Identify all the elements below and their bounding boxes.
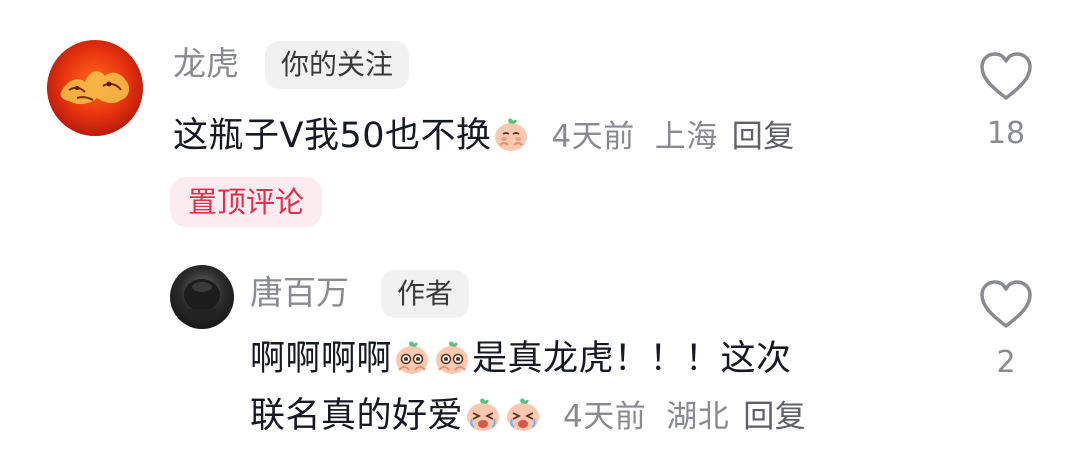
dark-avatar-icon xyxy=(184,279,220,319)
comment-username[interactable]: 龙虎 xyxy=(173,44,239,84)
comment-text-line2: 联名真的好爱 4天前 湖北 回复 xyxy=(250,393,806,440)
user-avatar[interactable] xyxy=(170,265,234,329)
comment-text-line1-start: 啊啊啊啊 xyxy=(250,339,393,379)
comment-location: 湖北 xyxy=(666,399,730,435)
follow-tag: 你的关注 xyxy=(265,41,410,89)
shy-peach-emoji-icon xyxy=(492,115,530,153)
comment-text-body: 这瓶子V我50也不换 xyxy=(173,116,492,156)
user-avatar[interactable] xyxy=(47,40,143,136)
comment-text-line1-end: 是真龙虎！！！这次 xyxy=(472,339,792,379)
like-button[interactable] xyxy=(978,52,1034,102)
reply-button[interactable]: 回复 xyxy=(732,119,795,155)
comment-location: 上海 xyxy=(654,119,718,155)
crying-peach-emoji-icon xyxy=(504,395,542,433)
comment-username[interactable]: 唐百万 xyxy=(250,273,349,313)
like-count: 2 xyxy=(996,345,1016,380)
comment-text: 啊啊啊啊 是真龙虎！！！这次 xyxy=(250,336,792,382)
crying-peach-emoji-icon xyxy=(464,395,502,433)
heart-icon xyxy=(980,52,1032,100)
pinned-comment-badge: 置顶评论 xyxy=(170,177,323,227)
comment-time: 4天前 xyxy=(563,399,647,435)
author-tag: 作者 xyxy=(381,270,470,318)
starry-eyes-peach-emoji-icon xyxy=(433,338,471,376)
comment-text-line2-body: 联名真的好爱 xyxy=(250,396,464,436)
heart-icon xyxy=(980,280,1032,328)
comment-time: 4天前 xyxy=(551,119,635,155)
like-button[interactable] xyxy=(978,280,1034,330)
reply-button[interactable]: 回复 xyxy=(743,399,806,435)
tiger-dragon-icon xyxy=(60,71,129,105)
starry-eyes-peach-emoji-icon xyxy=(393,338,431,376)
comment-text: 这瓶子V我50也不换 4天前 上海 回复 xyxy=(173,113,795,160)
like-count: 18 xyxy=(986,116,1026,151)
